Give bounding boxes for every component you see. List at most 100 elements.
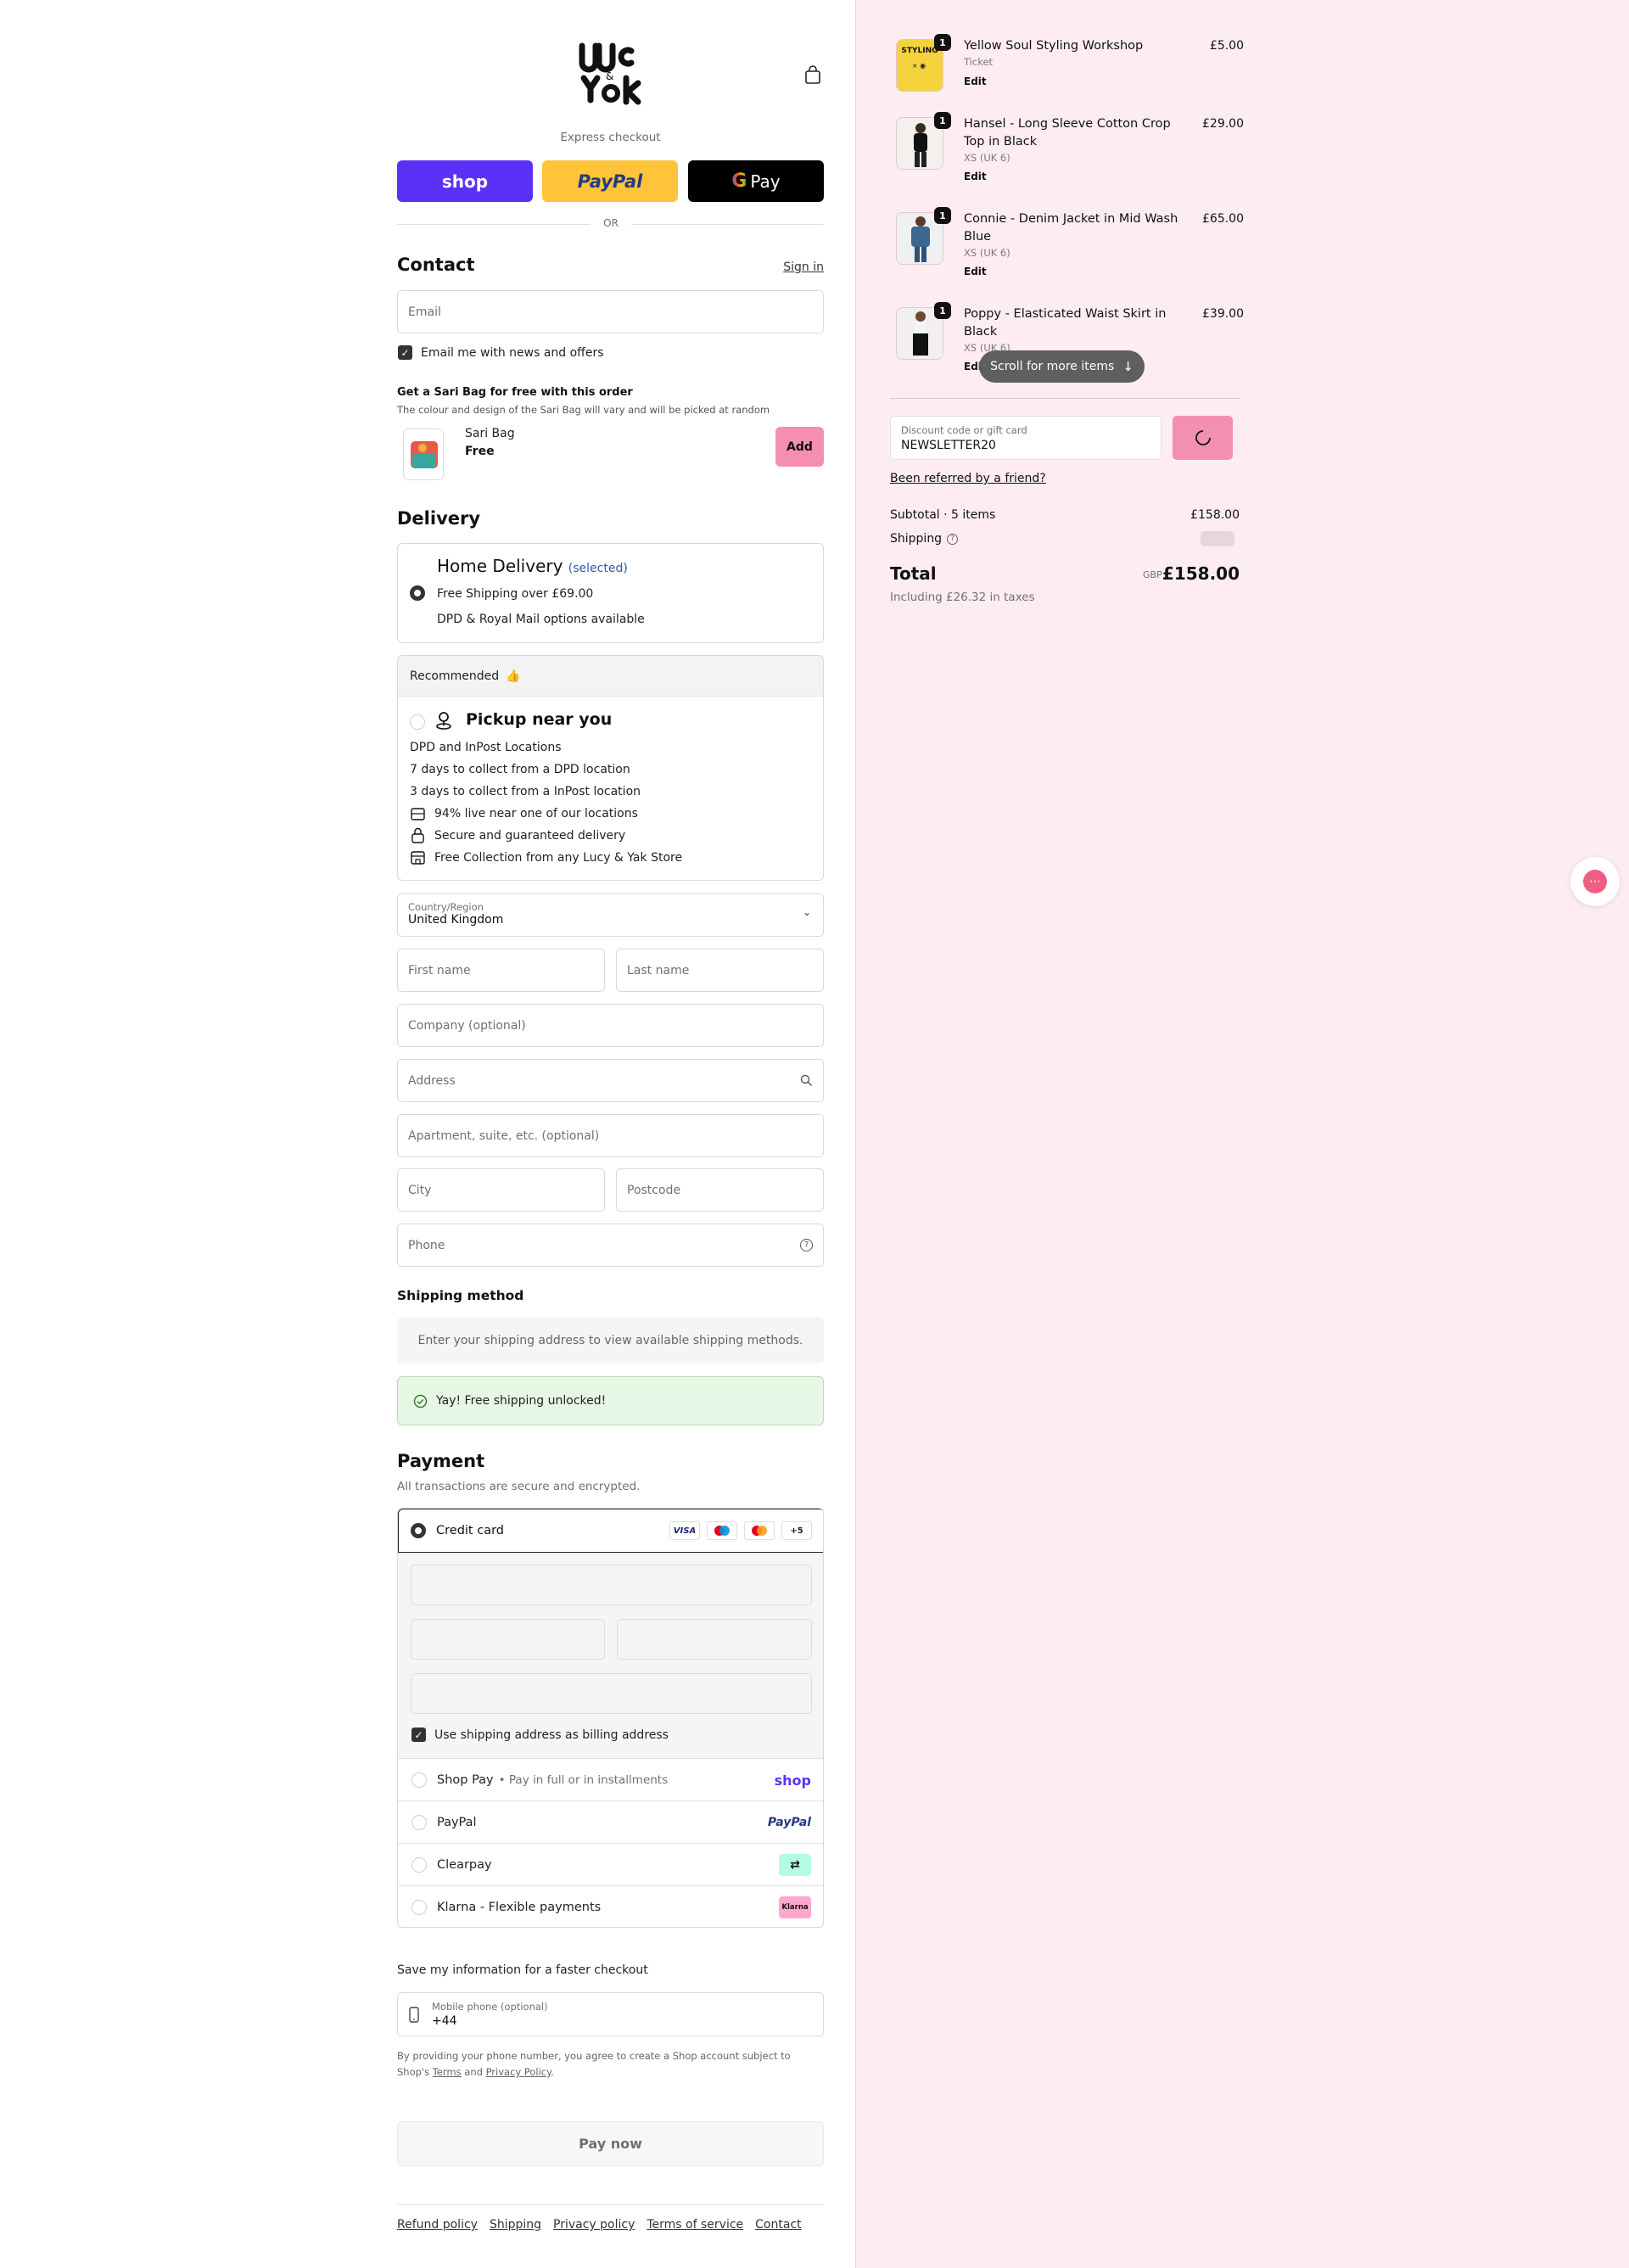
express-checkout-label: Express checkout bbox=[560, 131, 661, 144]
country-select[interactable]: Country/Region United Kingdom ⌄ bbox=[397, 893, 824, 937]
discount-label: Discount code or gift card bbox=[901, 424, 1027, 436]
address-field[interactable]: Address bbox=[397, 1059, 824, 1102]
apartment-field[interactable]: Apartment, suite, etc. (optional) bbox=[397, 1114, 824, 1157]
shipping-method-heading: Shipping method bbox=[397, 1288, 524, 1303]
news-optin-checkbox[interactable]: ✓ bbox=[398, 345, 412, 360]
news-optin-row[interactable]: ✓ Email me with news and offers bbox=[398, 345, 604, 360]
billing-same-row[interactable]: ✓ Use shipping address as billing addres… bbox=[411, 1728, 669, 1742]
mobile-phone-label: Mobile phone (optional) bbox=[432, 2001, 548, 2013]
paypal-label: PayPal bbox=[577, 171, 643, 192]
paypal-radio[interactable] bbox=[411, 1815, 427, 1830]
free-shipping-text: Yay! Free shipping unlocked! bbox=[436, 1394, 607, 1408]
visa-icon: VISA bbox=[669, 1521, 700, 1540]
home-delivery-option[interactable]: Home Delivery (selected) Free Shipping o… bbox=[397, 543, 824, 643]
help-circle-icon[interactable]: ? bbox=[947, 533, 959, 545]
klarna-option[interactable]: Klarna - Flexible payments Klarna bbox=[398, 1885, 823, 1927]
shop-pay-option[interactable]: Shop Pay • Pay in full or in installment… bbox=[398, 1758, 823, 1801]
pickup-line: 3 days to collect from a InPost location bbox=[410, 785, 641, 798]
pickup-line: DPD and InPost Locations bbox=[410, 741, 562, 754]
google-pay-express-button[interactable]: G Pay bbox=[688, 160, 824, 202]
google-pay-label: Pay bbox=[750, 171, 781, 192]
scroll-more-button[interactable]: Scroll for more items ↓ bbox=[979, 350, 1145, 383]
clearpay-radio[interactable] bbox=[411, 1857, 427, 1873]
last-name-field[interactable]: Last name bbox=[616, 949, 824, 992]
shipping-label: Shipping bbox=[890, 532, 943, 546]
sign-in-link[interactable]: Sign in bbox=[764, 260, 824, 274]
card-number-field[interactable] bbox=[411, 1565, 812, 1605]
chat-bubble-icon: ⋯ bbox=[1583, 870, 1607, 893]
more-cards-badge: +5 bbox=[781, 1521, 812, 1540]
shop-pay-express-button[interactable]: shop bbox=[397, 160, 533, 202]
shop-pay-radio[interactable] bbox=[411, 1772, 427, 1788]
item-edit-link[interactable]: Edit bbox=[964, 171, 987, 182]
footer-privacy-policy-link[interactable]: Privacy policy bbox=[553, 2218, 635, 2232]
paypal-express-button[interactable]: PayPal bbox=[542, 160, 678, 202]
country-value: United Kingdom bbox=[408, 913, 504, 927]
phone-field[interactable]: Phone ? bbox=[397, 1224, 824, 1267]
shop-pay-note: • Pay in full or in installments bbox=[498, 1773, 669, 1787]
billing-same-checkbox[interactable]: ✓ bbox=[411, 1728, 426, 1742]
help-circle-icon[interactable]: ? bbox=[800, 1239, 813, 1252]
chat-button[interactable]: ⋯ bbox=[1570, 857, 1620, 906]
company-placeholder: Company (optional) bbox=[408, 1018, 526, 1033]
address-placeholder: Address bbox=[408, 1073, 456, 1088]
company-field[interactable]: Company (optional) bbox=[397, 1004, 824, 1047]
contact-heading: Contact bbox=[397, 255, 475, 275]
sari-bag-thumbnail bbox=[403, 428, 444, 480]
add-sari-bag-button[interactable]: Add bbox=[775, 427, 824, 467]
footer-refund-policy-link[interactable]: Refund policy bbox=[397, 2218, 478, 2232]
item-title: Yellow Soul Styling Workshop bbox=[964, 39, 1144, 53]
pickup-feature: Free Collection from any Lucy & Yak Stor… bbox=[410, 849, 682, 865]
pickup-radio[interactable] bbox=[410, 714, 425, 730]
promo-title: Get a Sari Bag for free with this order bbox=[397, 386, 633, 399]
expiry-field[interactable] bbox=[411, 1619, 605, 1660]
credit-card-radio[interactable] bbox=[411, 1523, 426, 1538]
klarna-radio[interactable] bbox=[411, 1900, 427, 1915]
mobile-phone-value: +44 bbox=[432, 2014, 457, 2028]
item-variant: XS (UK 6) bbox=[964, 247, 1010, 259]
footer-terms-link[interactable]: Terms of service bbox=[647, 2218, 743, 2232]
credit-card-option[interactable]: Credit card VISA +5 bbox=[398, 1509, 823, 1553]
promo-subtitle: The colour and design of the Sari Bag wi… bbox=[397, 404, 770, 416]
pickup-feature-label: 94% live near one of our locations bbox=[434, 806, 638, 820]
credit-card-label: Credit card bbox=[436, 1524, 504, 1537]
privacy-policy-link[interactable]: Privacy Policy bbox=[486, 2066, 551, 2078]
shopping-bag-icon[interactable] bbox=[803, 64, 822, 85]
selected-tag: (selected) bbox=[568, 562, 628, 575]
apartment-placeholder: Apartment, suite, etc. (optional) bbox=[408, 1128, 600, 1143]
postcode-field[interactable]: Postcode bbox=[616, 1168, 824, 1212]
shipping-row: Shipping ? bbox=[890, 532, 959, 546]
city-field[interactable]: City bbox=[397, 1168, 605, 1212]
first-name-field[interactable]: First name bbox=[397, 949, 605, 992]
pickup-option[interactable]: Recommended 👍 Pickup near you DPD and In… bbox=[397, 655, 824, 881]
item-variant: XS (UK 6) bbox=[964, 152, 1010, 164]
shop-pay-label: Shop Pay bbox=[437, 1773, 494, 1787]
arrow-down-icon: ↓ bbox=[1122, 359, 1134, 374]
referred-link[interactable]: Been referred by a friend? bbox=[890, 472, 1046, 485]
footer-contact-link[interactable]: Contact bbox=[755, 2218, 801, 2232]
delivery-heading: Delivery bbox=[397, 508, 481, 529]
apply-discount-button[interactable] bbox=[1173, 416, 1233, 460]
line-item: 1 Hansel - Long Sleeve Cotton Crop Top i… bbox=[896, 112, 1244, 182]
home-delivery-radio[interactable] bbox=[410, 585, 425, 601]
total-value: £158.00 bbox=[1162, 563, 1240, 584]
discount-input[interactable]: Discount code or gift card NEWSLETTER20 bbox=[890, 416, 1162, 460]
security-code-field[interactable] bbox=[617, 1619, 812, 1660]
mobile-phone-field[interactable]: Mobile phone (optional) +44 bbox=[397, 1992, 824, 2036]
paypal-option[interactable]: PayPal PayPal bbox=[398, 1800, 823, 1844]
item-edit-link[interactable]: Edit bbox=[964, 76, 987, 87]
billing-same-label: Use shipping address as billing address bbox=[434, 1728, 669, 1742]
item-title: Poppy - Elasticated Waist Skirt in Black bbox=[964, 307, 1167, 339]
pickup-feature: 94% live near one of our locations bbox=[410, 805, 638, 821]
terms-link[interactable]: Terms bbox=[433, 2066, 462, 2078]
disclaimer-line: By providing your phone number, you agre… bbox=[397, 2050, 791, 2062]
pay-now-button[interactable]: Pay now bbox=[397, 2121, 824, 2166]
clearpay-option[interactable]: Clearpay ⇄ bbox=[398, 1843, 823, 1886]
shipping-value-placeholder bbox=[1201, 531, 1234, 546]
email-field[interactable]: Email bbox=[397, 290, 824, 333]
lock-icon bbox=[411, 827, 424, 843]
home-delivery-line2: DPD & Royal Mail options available bbox=[437, 613, 645, 626]
footer-shipping-link[interactable]: Shipping bbox=[490, 2218, 541, 2232]
name-on-card-field[interactable] bbox=[411, 1673, 812, 1714]
item-edit-link[interactable]: Edit bbox=[964, 266, 987, 277]
